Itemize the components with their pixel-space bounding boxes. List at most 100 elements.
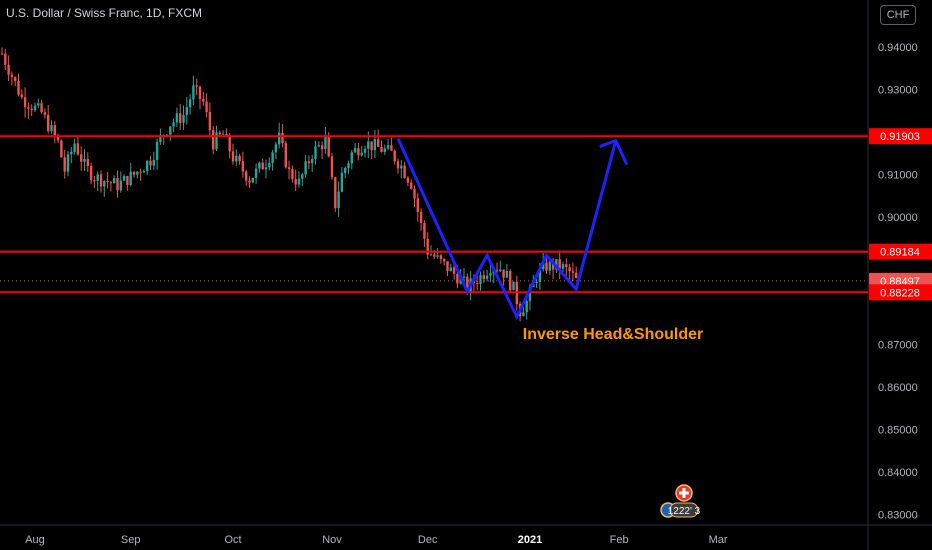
- candle-body: [113, 178, 116, 184]
- candle-body: [195, 85, 198, 87]
- price-label-text: 0.91903: [880, 131, 920, 143]
- candle-body: [380, 146, 383, 152]
- candle-body: [337, 191, 340, 209]
- candle-body: [505, 271, 509, 278]
- candle-body: [251, 177, 254, 183]
- candle-body: [297, 178, 301, 185]
- candle-body: [301, 174, 304, 179]
- candle-body: [238, 155, 241, 162]
- candle-body: [258, 162, 261, 169]
- candle-body: [413, 188, 416, 199]
- candle-body: [93, 180, 96, 182]
- y-tick-label: 0.87000: [878, 339, 918, 351]
- candle-body: [212, 130, 215, 150]
- candle-body: [33, 105, 37, 111]
- candle-body: [89, 165, 93, 181]
- candle-body: [169, 126, 172, 135]
- candle-body: [535, 282, 538, 284]
- candle-body: [334, 177, 337, 209]
- x-tick-label: Dec: [418, 534, 438, 546]
- candle-body: [66, 154, 70, 172]
- x-tick-label: Mar: [709, 534, 728, 546]
- candle-body: [482, 275, 485, 280]
- candle-body: [182, 115, 185, 123]
- events-text: 1222' 3: [668, 506, 701, 517]
- candle-body: [268, 162, 271, 168]
- price-chart[interactable]: 0.94000 0.93000 0.91000 0.90000 0.87000 0.860…: [0, 0, 932, 550]
- y-tick-label: 0.91000: [878, 170, 918, 182]
- x-tick-label: 2021: [518, 534, 542, 546]
- candle-body: [179, 113, 182, 123]
- candle-body: [291, 169, 294, 180]
- candle-body: [287, 167, 291, 170]
- candle-body: [208, 112, 212, 131]
- pattern-drawing-line[interactable]: [396, 137, 618, 321]
- candle-body: [436, 255, 439, 257]
- candle-body: [0, 53, 4, 55]
- candle-body: [202, 98, 205, 102]
- candle-body: [565, 264, 568, 268]
- candle-body: [106, 181, 109, 183]
- candle-body: [396, 161, 400, 169]
- candle-body: [317, 145, 320, 147]
- candle-body: [172, 122, 175, 127]
- candle-body: [152, 159, 155, 166]
- candle-body: [43, 112, 47, 115]
- candle-body: [476, 283, 479, 285]
- candle-body: [320, 145, 324, 150]
- candle-body: [241, 161, 245, 172]
- candle-body: [40, 103, 43, 113]
- candle-body: [63, 157, 66, 172]
- candle-body: [231, 151, 235, 162]
- x-tick-label: Oct: [224, 534, 241, 546]
- candle-body: [142, 171, 146, 173]
- swiss-cross-h: [679, 491, 689, 495]
- candle-body: [185, 107, 188, 116]
- candle-body: [248, 180, 251, 183]
- candle-body: [443, 258, 446, 262]
- candle-body: [307, 161, 311, 164]
- candle-body: [221, 133, 225, 135]
- candle-body: [294, 179, 297, 185]
- candle-body: [522, 312, 525, 317]
- candle-body: [439, 255, 443, 259]
- candle-body: [30, 108, 33, 111]
- price-label-text: 0.89184: [880, 247, 920, 259]
- candle-body: [27, 107, 30, 109]
- candle-body: [489, 273, 492, 276]
- candle-body: [50, 125, 53, 132]
- candle-body: [139, 171, 142, 173]
- candle-body: [47, 114, 50, 132]
- candle-body: [429, 254, 433, 256]
- candle-body: [423, 222, 426, 239]
- candle-body: [14, 77, 17, 81]
- candle-body: [340, 172, 344, 192]
- candle-body: [400, 165, 403, 169]
- candle-body: [370, 141, 373, 151]
- candle-body: [73, 143, 76, 152]
- candle-body: [215, 132, 218, 150]
- candle-body: [304, 161, 307, 175]
- candle-body: [17, 80, 20, 95]
- candle-body: [568, 267, 571, 272]
- candle-body: [70, 151, 73, 155]
- candle-body: [245, 171, 248, 181]
- candle-body: [479, 275, 482, 285]
- candle-body: [23, 97, 27, 108]
- candle-body: [525, 301, 528, 313]
- candle-body: [274, 144, 278, 153]
- candle-body: [60, 140, 63, 158]
- candle-body: [367, 141, 370, 149]
- candle-body: [254, 168, 258, 178]
- y-tick-label: 0.90000: [878, 212, 918, 224]
- candle-body: [433, 254, 436, 257]
- candle-body: [363, 148, 367, 153]
- candle-body: [218, 132, 221, 135]
- candle-body: [509, 271, 512, 291]
- candle-body: [103, 181, 106, 187]
- x-tick-label: Sep: [121, 534, 141, 546]
- candle-body: [406, 177, 410, 183]
- annotation-label: Inverse Head&Shoulder: [523, 326, 704, 343]
- price-label-text: 0.88228: [880, 287, 920, 299]
- candle-body: [10, 74, 14, 78]
